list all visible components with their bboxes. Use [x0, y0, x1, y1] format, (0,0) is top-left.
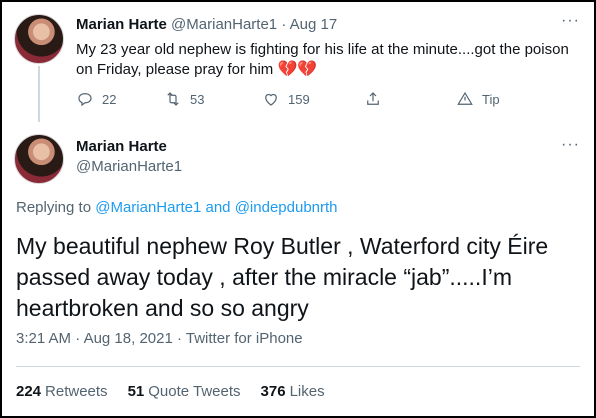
meta-separator: ·	[75, 330, 81, 347]
replying-to: Replying to @MarianHarte1 and @indepdubn…	[16, 199, 338, 216]
author-handle[interactable]: @MarianHarte1	[171, 16, 277, 33]
author-name[interactable]: Marian Harte	[76, 16, 167, 33]
quote-tweets-stat[interactable]: 51 Quote Tweets	[128, 383, 241, 400]
tweet-actions: 22 53 159 Tip	[76, 90, 526, 110]
more-options-icon[interactable]: ···	[561, 136, 580, 154]
tweet-1[interactable]: Marian Harte @MarianHarte1 · Aug 17 ··· …	[2, 2, 594, 122]
quotes-count: 51	[127, 383, 145, 400]
replying-to-and: and	[205, 199, 231, 216]
replying-to-user-link[interactable]: @indepdubnrth	[235, 199, 338, 216]
tweet-meta: 3:21 AM · Aug 18, 2021 · Twitter for iPh…	[16, 330, 303, 347]
share-button[interactable]	[364, 90, 382, 108]
reply-icon	[78, 93, 92, 107]
author-name[interactable]: Marian Harte	[76, 138, 167, 155]
retweets-count: 224	[16, 383, 42, 400]
reply-count: 22	[102, 91, 117, 107]
more-options-icon[interactable]: ···	[561, 12, 580, 30]
tweet-date[interactable]: Aug 18, 2021	[84, 330, 173, 347]
tip-label: Tip	[482, 91, 500, 107]
quotes-label: Quote Tweets	[148, 383, 241, 400]
share-icon	[367, 92, 379, 105]
tip-button[interactable]: Tip	[456, 90, 500, 108]
tweet-1-header: Marian Harte @MarianHarte1 · Aug 17	[76, 16, 337, 33]
retweet-button[interactable]: 53	[164, 90, 204, 108]
divider	[16, 366, 580, 367]
avatar[interactable]	[14, 134, 64, 184]
tip-icon	[457, 91, 473, 105]
tweet-stats: 224 Retweets 51 Quote Tweets 376 Likes	[16, 383, 325, 400]
avatar[interactable]	[14, 14, 64, 64]
replying-to-user-link[interactable]: @MarianHarte1	[95, 199, 201, 216]
meta-separator: ·	[176, 330, 182, 347]
reply-button[interactable]: 22	[76, 90, 116, 108]
likes-label: Likes	[289, 383, 325, 400]
tweet-1-text: My 23 year old nephew is fighting for hi…	[76, 40, 581, 80]
likes-count: 376	[260, 383, 286, 400]
thread-connector-line	[38, 66, 40, 122]
broken-heart-emoji: 💔💔	[277, 61, 318, 78]
like-count: 159	[288, 91, 310, 107]
like-button[interactable]: 159	[262, 90, 310, 108]
header-separator: ·	[281, 16, 287, 33]
likes-stat[interactable]: 376 Likes	[261, 383, 325, 400]
tweet-2-text: My beautiful nephew Roy Butler , Waterfo…	[16, 233, 549, 321]
tweet-date[interactable]: Aug 17	[290, 16, 338, 33]
retweet-icon	[167, 92, 179, 106]
author-handle[interactable]: @MarianHarte1	[76, 158, 182, 175]
tweet-client[interactable]: Twitter for iPhone	[186, 330, 303, 347]
retweet-count: 53	[190, 91, 205, 107]
retweets-label: Retweets	[45, 383, 108, 400]
tweet-time[interactable]: 3:21 AM	[16, 330, 71, 347]
replying-to-prefix: Replying to	[16, 199, 92, 216]
retweets-stat[interactable]: 224 Retweets	[16, 383, 108, 400]
tweet-thread-frame: Marian Harte @MarianHarte1 · Aug 17 ··· …	[0, 0, 596, 418]
heart-icon	[265, 93, 277, 106]
tweet-1-body: My 23 year old nephew is fighting for hi…	[76, 41, 569, 78]
